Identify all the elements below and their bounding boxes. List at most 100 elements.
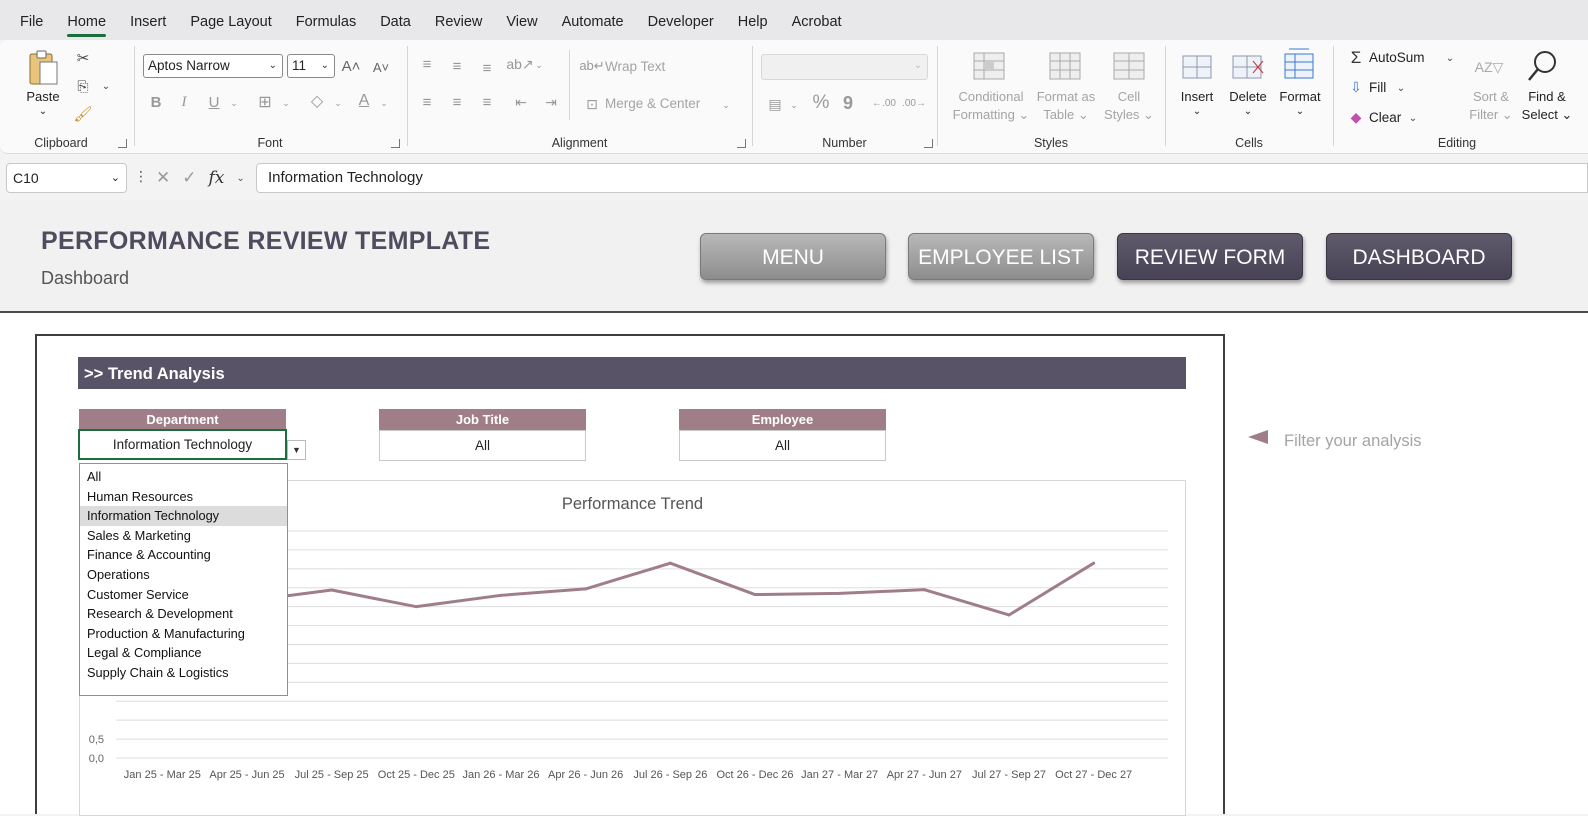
dropdown-option[interactable]: Legal & Compliance <box>80 643 287 663</box>
paste-button[interactable]: Paste <box>18 89 68 104</box>
copy-dropdown-icon[interactable]: ⌄ <box>99 78 113 94</box>
autosum-button[interactable]: AutoSum <box>1369 50 1425 65</box>
font-launcher-icon[interactable] <box>391 139 400 148</box>
copy-icon[interactable]: ⎘ <box>73 76 93 96</box>
insert-function-icon[interactable]: fx <box>209 168 225 188</box>
align-top-icon[interactable]: ≡ <box>417 54 437 74</box>
borders-icon[interactable]: ⊞ <box>254 92 276 112</box>
employee-list-button[interactable]: EMPLOYEE LIST <box>908 233 1094 280</box>
format-as-table-icon[interactable] <box>1049 52 1081 82</box>
wrap-text-icon[interactable]: ab↵ <box>579 56 604 76</box>
increase-decimal-icon[interactable]: ←.00 <box>872 92 896 114</box>
percent-button[interactable]: % <box>810 92 832 114</box>
fill-icon[interactable]: ⇩ <box>1347 78 1365 96</box>
dropdown-option[interactable]: Finance & Accounting <box>80 545 287 565</box>
insert-button[interactable]: Insert <box>1175 89 1219 104</box>
align-bottom-icon[interactable]: ≡ <box>477 58 497 78</box>
department-dropdown-icon[interactable]: ▼ <box>287 440 306 460</box>
fill-dropdown-icon[interactable]: ⌄ <box>1395 80 1407 96</box>
paste-icon[interactable] <box>26 48 60 88</box>
decrease-font-icon[interactable]: A˅ <box>370 56 392 78</box>
enter-icon[interactable]: ✓ <box>182 168 196 188</box>
orientation-dropdown-icon[interactable]: ⌄ <box>533 56 545 74</box>
cell-styles-icon[interactable] <box>1113 52 1145 82</box>
fill-color-icon[interactable]: ◇ <box>306 90 328 112</box>
fill-button[interactable]: Fill <box>1369 80 1386 95</box>
borders-dropdown-icon[interactable]: ⌄ <box>280 94 292 112</box>
font-color-icon[interactable]: A <box>354 90 374 112</box>
menu-developer[interactable]: Developer <box>636 0 726 40</box>
format-button[interactable]: Format <box>1275 89 1325 104</box>
format-painter-icon[interactable]: 🖌 <box>73 104 93 124</box>
fill-color-dropdown-icon[interactable]: ⌄ <box>332 94 344 112</box>
job-title-cell[interactable]: All <box>379 430 586 461</box>
cancel-icon[interactable]: ✕ <box>156 168 170 188</box>
conditional-formatting-button[interactable]: Conditional Formatting ⌄ <box>945 88 1037 124</box>
decrease-indent-icon[interactable]: ⇤ <box>511 92 531 112</box>
merge-dropdown-icon[interactable]: ⌄ <box>719 96 733 114</box>
delete-dropdown-icon[interactable]: ⌄ <box>1225 106 1271 117</box>
clear-button[interactable]: Clear <box>1369 110 1401 125</box>
align-left-icon[interactable]: ≡ <box>417 92 437 112</box>
menu-automate[interactable]: Automate <box>550 0 636 40</box>
name-box[interactable]: C10 ⌄ <box>6 163 127 193</box>
alignment-launcher-icon[interactable] <box>737 139 746 148</box>
number-launcher-icon[interactable] <box>924 139 933 148</box>
dashboard-button[interactable]: DASHBOARD <box>1326 233 1512 280</box>
comma-style-button[interactable]: 9 <box>840 92 856 114</box>
align-center-icon[interactable]: ≡ <box>447 92 467 112</box>
menu-file[interactable]: File <box>0 0 55 40</box>
bold-button[interactable]: B <box>148 92 164 112</box>
format-as-table-button[interactable]: Format as Table ⌄ <box>1033 88 1099 124</box>
formula-input[interactable]: Information Technology <box>256 163 1588 193</box>
dropdown-option[interactable]: All <box>80 467 287 487</box>
paste-dropdown-icon[interactable]: ⌄ <box>18 106 68 117</box>
dropdown-option[interactable]: Human Resources <box>80 487 287 507</box>
number-format-select[interactable]: ⌄ <box>761 54 928 80</box>
orientation-icon[interactable]: ab↗ <box>506 54 533 74</box>
accounting-dropdown-icon[interactable]: ⌄ <box>788 96 800 114</box>
dropdown-option[interactable]: Supply Chain & Logistics <box>80 663 287 683</box>
menu-help[interactable]: Help <box>726 0 780 40</box>
autosum-icon[interactable]: Σ <box>1347 48 1365 68</box>
font-size-select[interactable]: 11 ⌄ <box>287 54 335 78</box>
review-form-button[interactable]: REVIEW FORM <box>1117 233 1303 280</box>
find-select-icon[interactable] <box>1525 48 1561 84</box>
dropdown-option[interactable]: Sales & Marketing <box>80 526 287 546</box>
menu-data[interactable]: Data <box>368 0 423 40</box>
sort-filter-button[interactable]: Sort & Filter ⌄ <box>1463 88 1519 124</box>
merge-center-button[interactable]: Merge & Center <box>605 96 700 111</box>
dropdown-option[interactable]: Information Technology <box>80 506 287 526</box>
merge-center-icon[interactable]: ⊡ <box>583 94 601 114</box>
accounting-format-icon[interactable]: ▤ <box>764 94 786 114</box>
underline-button[interactable]: U <box>206 92 222 112</box>
menu-home[interactable]: Home <box>55 0 118 40</box>
font-color-dropdown-icon[interactable]: ⌄ <box>378 94 390 112</box>
insert-cells-icon[interactable] <box>1179 52 1215 82</box>
italic-button[interactable]: I <box>176 92 192 112</box>
dropdown-option[interactable]: Operations <box>80 565 287 585</box>
menu-acrobat[interactable]: Acrobat <box>780 0 854 40</box>
menu-page-layout[interactable]: Page Layout <box>178 0 283 40</box>
clipboard-launcher-icon[interactable] <box>118 139 127 148</box>
menu-button[interactable]: MENU <box>700 233 886 280</box>
dropdown-option[interactable]: Research & Development <box>80 604 287 624</box>
menu-review[interactable]: Review <box>423 0 495 40</box>
dropdown-option[interactable]: Production & Manufacturing <box>80 624 287 644</box>
menu-view[interactable]: View <box>494 0 549 40</box>
find-select-button[interactable]: Find & Select ⌄ <box>1517 88 1577 124</box>
conditional-formatting-icon[interactable] <box>973 52 1005 82</box>
wrap-text-button[interactable]: Wrap Text <box>605 59 665 74</box>
format-cells-icon[interactable] <box>1281 46 1317 82</box>
menu-formulas[interactable]: Formulas <box>284 0 368 40</box>
clear-dropdown-icon[interactable]: ⌄ <box>1407 110 1419 126</box>
employee-cell[interactable]: All <box>679 430 886 461</box>
font-name-select[interactable]: Aptos Narrow ⌄ <box>143 54 283 78</box>
align-right-icon[interactable]: ≡ <box>477 92 497 112</box>
autosum-dropdown-icon[interactable]: ⌄ <box>1443 50 1457 66</box>
increase-font-icon[interactable]: A˄ <box>340 54 362 78</box>
cell-styles-button[interactable]: Cell Styles ⌄ <box>1103 88 1155 124</box>
delete-button[interactable]: Delete <box>1225 89 1271 104</box>
increase-indent-icon[interactable]: ⇥ <box>541 92 561 112</box>
department-cell[interactable]: Information Technology <box>78 429 287 460</box>
